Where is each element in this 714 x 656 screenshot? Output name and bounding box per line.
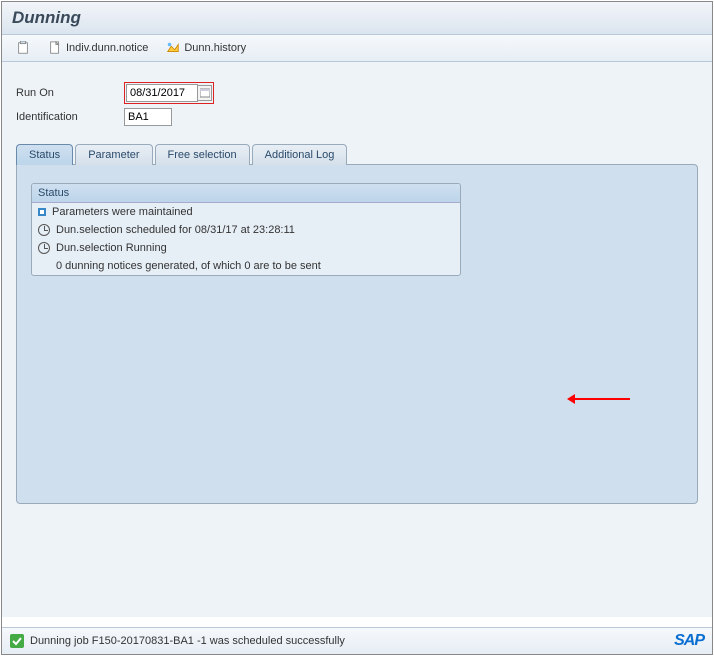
- history-icon: [166, 41, 180, 55]
- status-panel: Status Parameters were maintained Dun.se…: [31, 183, 461, 276]
- sap-logo: SAP: [674, 632, 704, 650]
- clock-icon: [38, 224, 50, 236]
- clock-icon: [38, 242, 50, 254]
- statusbar-message: Dunning job F150-20170831-BA1 -1 was sch…: [30, 635, 345, 647]
- run-on-highlight: [124, 82, 214, 104]
- dunn-history-label: Dunn.history: [184, 42, 246, 54]
- tabstrip: Status Parameter Free selection Addition…: [16, 144, 698, 505]
- status-text: Dun.selection Running: [56, 242, 167, 254]
- success-icon: [10, 634, 24, 648]
- indiv-notice-button[interactable]: Indiv.dunn.notice: [42, 39, 154, 57]
- status-text: Dun.selection scheduled for 08/31/17 at …: [56, 224, 295, 236]
- status-panel-title: Status: [32, 184, 460, 203]
- page-title: Dunning: [12, 8, 702, 28]
- toolbar: Indiv.dunn.notice Dunn.history: [2, 35, 712, 62]
- dunn-history-button[interactable]: Dunn.history: [160, 39, 252, 57]
- status-row-params: Parameters were maintained: [32, 203, 460, 221]
- run-on-field[interactable]: [126, 84, 198, 102]
- square-icon: [38, 208, 46, 216]
- run-on-row: Run On: [16, 82, 698, 104]
- identification-field[interactable]: [124, 108, 172, 126]
- annotation-arrow: [570, 398, 630, 400]
- tab-body: Status Parameters were maintained Dun.se…: [16, 164, 698, 504]
- indiv-notice-label: Indiv.dunn.notice: [66, 42, 148, 54]
- status-row-running: Dun.selection Running: [32, 239, 460, 257]
- calendar-button[interactable]: [197, 85, 212, 101]
- header: Dunning: [2, 2, 712, 35]
- clipboard-button[interactable]: [10, 39, 36, 57]
- document-icon: [48, 41, 62, 55]
- identification-row: Identification: [16, 108, 698, 126]
- tab-free-selection[interactable]: Free selection: [155, 144, 250, 165]
- clipboard-icon: [16, 41, 30, 55]
- identification-label: Identification: [16, 111, 124, 123]
- content-area: Run On Identification Status Parameter F…: [2, 62, 712, 617]
- status-text: Parameters were maintained: [52, 206, 193, 218]
- tab-parameter[interactable]: Parameter: [75, 144, 152, 165]
- status-text: 0 dunning notices generated, of which 0 …: [56, 260, 321, 272]
- tab-additional-log[interactable]: Additional Log: [252, 144, 348, 165]
- status-row-notices: 0 dunning notices generated, of which 0 …: [32, 257, 460, 275]
- tab-status[interactable]: Status: [16, 144, 73, 165]
- status-row-scheduled: Dun.selection scheduled for 08/31/17 at …: [32, 221, 460, 239]
- run-on-label: Run On: [16, 87, 124, 99]
- calendar-icon: [200, 88, 210, 98]
- statusbar: Dunning job F150-20170831-BA1 -1 was sch…: [2, 627, 712, 654]
